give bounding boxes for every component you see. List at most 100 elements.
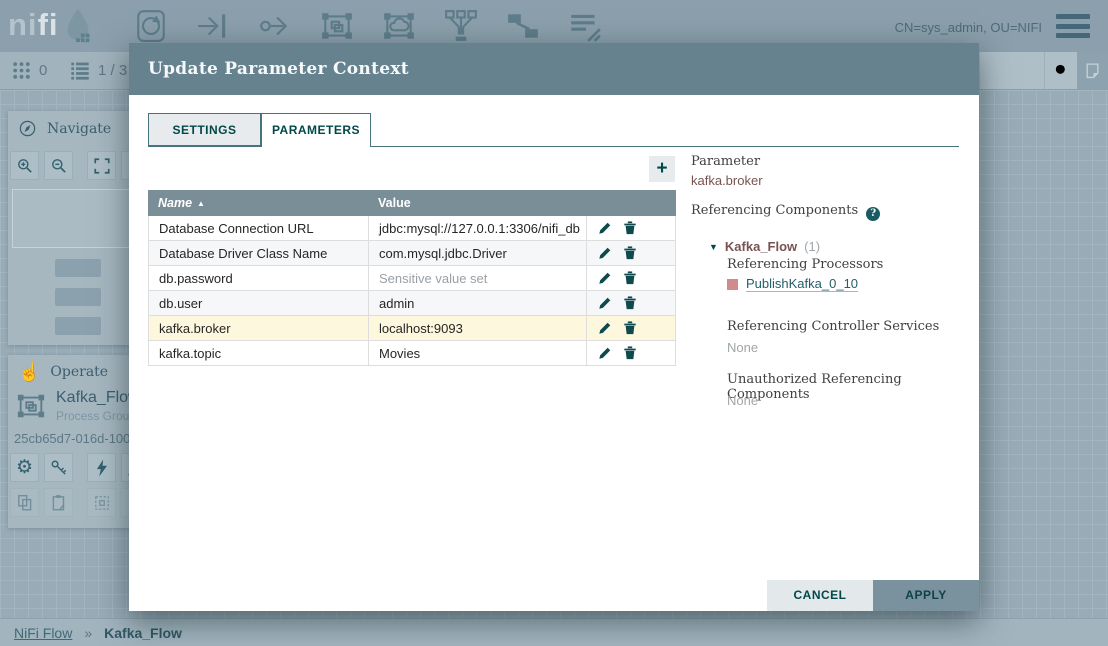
queued-icon xyxy=(70,61,90,80)
search-input[interactable] xyxy=(980,52,1045,89)
unauthorized-none: None xyxy=(727,393,758,408)
operate-title: Operate xyxy=(50,364,108,380)
operate-hand-icon: ☝ xyxy=(18,363,40,381)
active-threads-count: 0 xyxy=(39,62,47,79)
group-button[interactable] xyxy=(87,488,116,517)
search-icon[interactable] xyxy=(1045,52,1078,89)
nifi-logo: nifi xyxy=(8,7,95,45)
param-name-cell: db.user xyxy=(149,291,368,315)
breadcrumb-root-link[interactable]: NiFi Flow xyxy=(14,625,72,641)
column-header-value: Value xyxy=(368,196,586,210)
param-name-cell: Database Connection URL xyxy=(149,216,368,240)
table-row[interactable]: Database Driver Class Name com.mysql.jdb… xyxy=(148,241,676,266)
edit-icon[interactable] xyxy=(598,271,612,285)
copy-button[interactable] xyxy=(10,488,39,517)
param-name-cell: Database Driver Class Name xyxy=(149,241,368,265)
parameter-name-value: kafka.broker xyxy=(691,173,763,188)
selected-component-name: Kafka_Flow xyxy=(56,389,140,407)
controller-services-none: None xyxy=(727,340,758,355)
tab-settings[interactable]: SETTINGS xyxy=(148,113,261,146)
unauthorized-referencing-label: Unauthorized Referencing Components xyxy=(727,372,959,402)
help-icon[interactable]: ? xyxy=(866,207,880,221)
delete-icon[interactable] xyxy=(623,296,637,310)
logo-text-2: fi xyxy=(38,7,59,43)
selected-component-type: Process Group xyxy=(56,409,140,423)
template-icon[interactable] xyxy=(506,9,540,43)
add-parameter-button[interactable]: + xyxy=(649,156,675,182)
param-name-cell: db.password xyxy=(149,266,368,290)
processor-state-icon xyxy=(727,279,738,290)
input-port-icon[interactable] xyxy=(196,9,230,43)
sort-asc-icon: ▲ xyxy=(197,199,205,208)
cancel-button[interactable]: CANCEL xyxy=(767,580,873,611)
breadcrumb: NiFi Flow » Kafka_Flow xyxy=(0,618,1108,646)
apply-button[interactable]: APPLY xyxy=(873,580,979,611)
bulletin-icon[interactable] xyxy=(1077,52,1108,89)
dialog-tabs: SETTINGS PARAMETERS xyxy=(148,113,959,147)
table-row[interactable]: db.user admin xyxy=(148,291,676,316)
breadcrumb-current: Kafka_Flow xyxy=(104,625,182,641)
remote-process-group-icon[interactable] xyxy=(382,9,416,43)
table-row[interactable]: db.password Sensitive value set xyxy=(148,266,676,291)
configure-button[interactable]: ⚙ xyxy=(10,453,39,482)
label-icon[interactable] xyxy=(568,9,602,43)
process-group-tree-node[interactable]: ▼ Kafka_Flow (1) xyxy=(709,239,820,254)
output-port-icon[interactable] xyxy=(258,9,292,43)
chevron-down-icon[interactable]: ▼ xyxy=(709,242,718,252)
group-name: Kafka_Flow xyxy=(725,239,797,254)
gear-icon: ⚙ xyxy=(16,458,33,477)
tab-parameters[interactable]: PARAMETERS xyxy=(261,113,371,147)
param-value-cell: localhost:9093 xyxy=(368,316,586,340)
queued-count: 1 / 3 xyxy=(98,62,127,79)
delete-icon[interactable] xyxy=(623,321,637,335)
param-value-cell-sensitive: Sensitive value set xyxy=(368,266,586,290)
edit-icon[interactable] xyxy=(598,221,612,235)
table-row[interactable]: kafka.topic Movies xyxy=(148,341,676,366)
minimap-component xyxy=(55,259,101,277)
param-name-cell: kafka.topic xyxy=(149,341,368,365)
edit-icon[interactable] xyxy=(598,296,612,310)
edit-icon[interactable] xyxy=(598,246,612,260)
processor-icon[interactable] xyxy=(134,9,168,43)
edit-icon[interactable] xyxy=(598,346,612,360)
minimap-component xyxy=(55,288,101,306)
table-header: Name ▲ Value xyxy=(148,190,676,216)
param-value-cell: jdbc:mysql://127.0.0.1:3306/nifi_db xyxy=(368,216,586,240)
table-row-selected[interactable]: kafka.broker localhost:9093 xyxy=(148,316,676,341)
search-bar xyxy=(979,52,1078,89)
parameters-table: Name ▲ Value Database Connection URL jdb… xyxy=(148,190,676,366)
delete-icon[interactable] xyxy=(623,221,637,235)
component-toolbar xyxy=(134,9,602,43)
current-user: CN=sys_admin, OU=NIFI xyxy=(895,20,1042,35)
droplet-icon xyxy=(61,7,95,45)
param-name-cell: kafka.broker xyxy=(149,316,368,340)
delete-icon[interactable] xyxy=(623,246,637,260)
navigate-title: Navigate xyxy=(47,121,111,137)
processor-link[interactable]: PublishKafka_0_10 xyxy=(746,276,858,292)
paste-button[interactable] xyxy=(44,488,73,517)
referencing-components-label: Referencing Components? xyxy=(691,203,880,221)
logo-text: ni xyxy=(8,7,38,43)
delete-icon[interactable] xyxy=(623,346,637,360)
global-menu-button[interactable] xyxy=(1056,14,1090,38)
compass-icon xyxy=(18,119,37,138)
referencing-processors-label: Referencing Processors xyxy=(727,257,883,272)
param-value-cell: com.mysql.jdbc.Driver xyxy=(368,241,586,265)
value-header-label: Value xyxy=(378,196,411,210)
funnel-icon[interactable] xyxy=(444,9,478,43)
referencing-processor-item: PublishKafka_0_10 xyxy=(727,276,858,292)
zoom-in-button[interactable] xyxy=(10,151,39,180)
zoom-fit-button[interactable] xyxy=(87,151,116,180)
delete-icon[interactable] xyxy=(623,271,637,285)
active-threads-icon xyxy=(12,61,31,80)
column-header-name[interactable]: Name ▲ xyxy=(148,196,368,210)
access-policies-button[interactable] xyxy=(44,453,73,482)
table-row[interactable]: Database Connection URL jdbc:mysql://127… xyxy=(148,216,676,241)
selected-component-id: 25cb65d7-016d-1000- xyxy=(14,431,142,446)
zoom-out-button[interactable] xyxy=(44,151,73,180)
referencing-controller-services-label: Referencing Controller Services xyxy=(727,319,939,334)
process-group-icon[interactable] xyxy=(320,9,354,43)
edit-icon[interactable] xyxy=(598,321,612,335)
update-parameter-context-dialog: Update Parameter Context SETTINGS PARAME… xyxy=(129,43,979,611)
start-button[interactable] xyxy=(87,453,116,482)
